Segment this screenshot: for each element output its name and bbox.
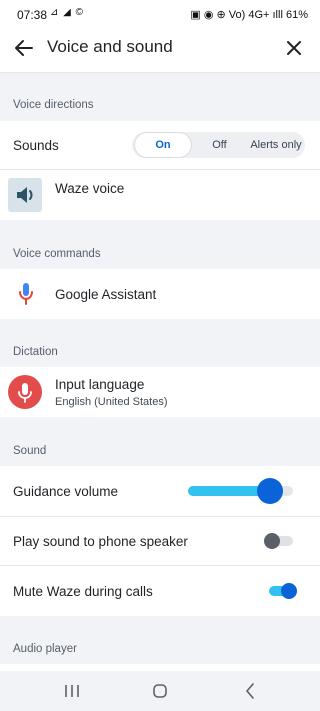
toggle-knob (264, 533, 280, 549)
mute-calls-label: Mute Waze during calls (13, 584, 153, 599)
phone-speaker-toggle[interactable] (264, 532, 294, 550)
battery-text: 61% (285, 9, 308, 21)
section-sound: Sound (13, 445, 47, 457)
sounds-label: Sounds (13, 138, 59, 153)
section-voice-directions: Voice directions (13, 99, 94, 111)
guidance-volume-row: Guidance volume (0, 466, 320, 517)
home-icon[interactable] (148, 681, 172, 701)
input-language-value: English (United States) (55, 396, 168, 408)
header: Voice and sound (0, 30, 320, 73)
toggle-knob (281, 583, 297, 599)
status-right-icons: ▣ ◉ ⊕ Vo) 4G+ ılll (190, 9, 283, 21)
google-assistant-row[interactable]: Google Assistant (0, 269, 320, 319)
phone-speaker-row: Play sound to phone speaker (0, 517, 320, 566)
status-time: 07:38 (17, 8, 48, 22)
section-voice-commands: Voice commands (13, 248, 101, 260)
waze-voice-row[interactable]: Waze voice (0, 170, 320, 220)
status-left-icons: ⊿ ◢ © (50, 7, 84, 18)
sounds-option-alerts-only[interactable]: Alerts only (247, 132, 305, 158)
microphone-icon (8, 375, 42, 409)
sounds-row: Sounds On Off Alerts only (0, 121, 320, 170)
back-nav-icon[interactable] (238, 681, 262, 701)
microphone-icon (19, 283, 33, 305)
sounds-option-on[interactable]: On (134, 132, 192, 158)
waze-voice-label: Waze voice (55, 181, 125, 196)
guidance-volume-slider[interactable] (188, 478, 293, 504)
phone-speaker-label: Play sound to phone speaker (13, 534, 188, 549)
section-dictation: Dictation (13, 346, 58, 358)
section-audio-player: Audio player (13, 643, 77, 655)
arrow-left-icon[interactable] (12, 36, 36, 60)
close-icon[interactable] (282, 36, 306, 60)
sounds-option-off[interactable]: Off (192, 132, 247, 158)
input-language-label: Input language (55, 377, 145, 392)
recent-apps-icon[interactable] (60, 681, 84, 701)
system-nav-bar (0, 671, 320, 711)
status-bar: 07:38 ⊿ ◢ © ▣ ◉ ⊕ Vo) 4G+ ılll 61% (0, 0, 320, 30)
sounds-segmented-control: On Off Alerts only (132, 132, 305, 158)
mute-calls-row: Mute Waze during calls (0, 566, 320, 616)
page-title: Voice and sound (47, 37, 173, 56)
mute-calls-toggle[interactable] (267, 582, 297, 600)
status-right: ▣ ◉ ⊕ Vo) 4G+ ılll 61% (190, 8, 308, 21)
speaker-icon (8, 178, 42, 212)
guidance-volume-label: Guidance volume (13, 484, 119, 499)
google-assistant-label: Google Assistant (55, 287, 157, 302)
slider-handle[interactable] (256, 478, 283, 504)
input-language-row[interactable]: Input language English (United States) (0, 367, 320, 417)
